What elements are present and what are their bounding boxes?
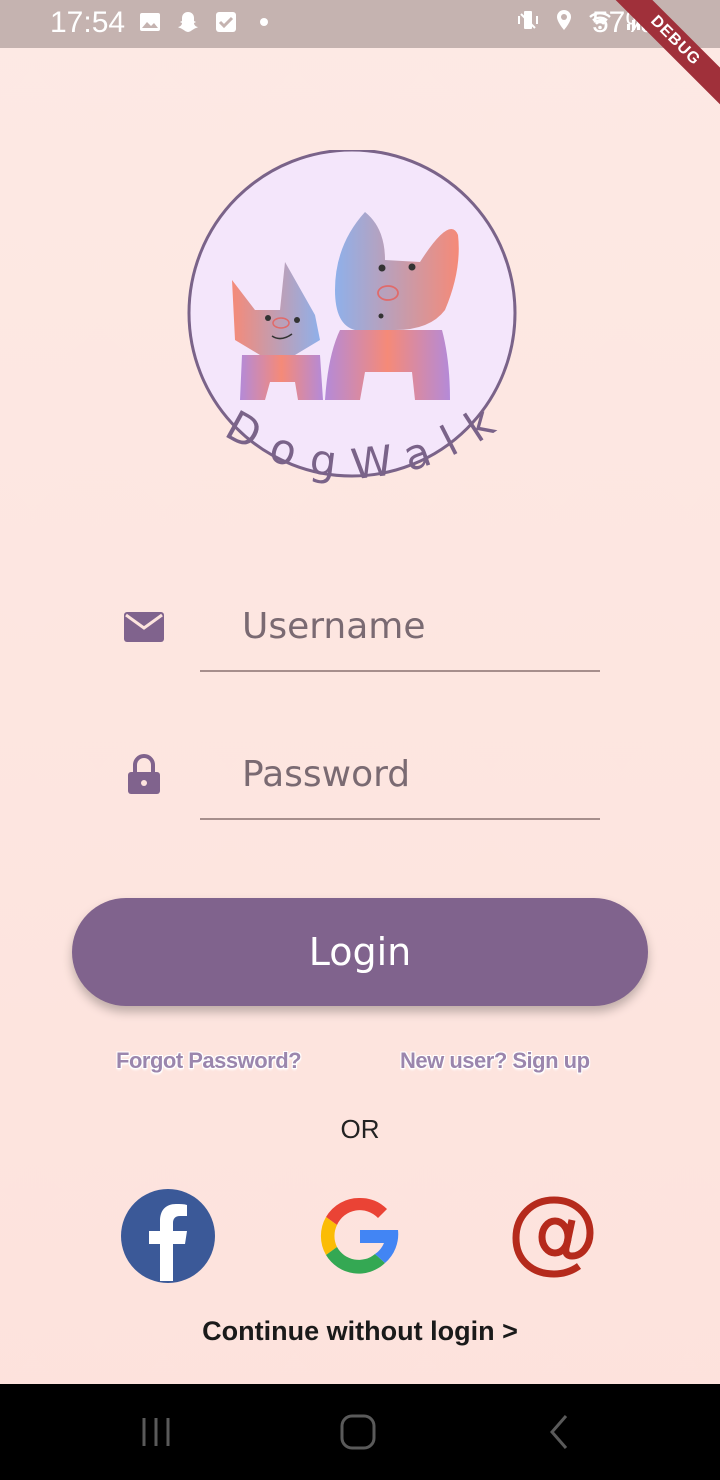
vibrate-icon [518, 11, 538, 29]
login-button[interactable]: Login [72, 898, 648, 1006]
location-icon [557, 10, 571, 30]
notification-icons [138, 10, 276, 34]
forgot-password-link[interactable]: Forgot Password? [116, 1048, 302, 1074]
email-icon[interactable] [502, 1186, 602, 1286]
username-input[interactable] [200, 582, 600, 672]
or-divider: OR [340, 1114, 380, 1144]
status-time: 17:54 [50, 6, 126, 39]
facebook-icon[interactable] [118, 1186, 218, 1286]
password-row [120, 730, 600, 820]
google-icon[interactable] [310, 1186, 410, 1286]
status-bar: 17:54 57% [0, 0, 720, 48]
recent-apps-icon[interactable] [136, 1412, 176, 1452]
check-icon [216, 12, 236, 32]
dogwalk-logo: DogWalk [187, 150, 517, 489]
back-icon[interactable] [540, 1412, 580, 1452]
image-icon [140, 13, 160, 31]
snapchat-icon [178, 12, 198, 32]
signup-link[interactable]: New user? Sign up [400, 1048, 590, 1074]
dot-icon [260, 18, 268, 26]
home-icon[interactable] [338, 1412, 378, 1452]
mail-icon [124, 612, 164, 642]
lock-icon [128, 754, 160, 794]
navigation-bar [0, 1384, 720, 1480]
password-input[interactable] [200, 730, 600, 820]
continue-without-login-link[interactable]: Continue without login > [0, 1316, 720, 1347]
username-row [120, 582, 600, 672]
